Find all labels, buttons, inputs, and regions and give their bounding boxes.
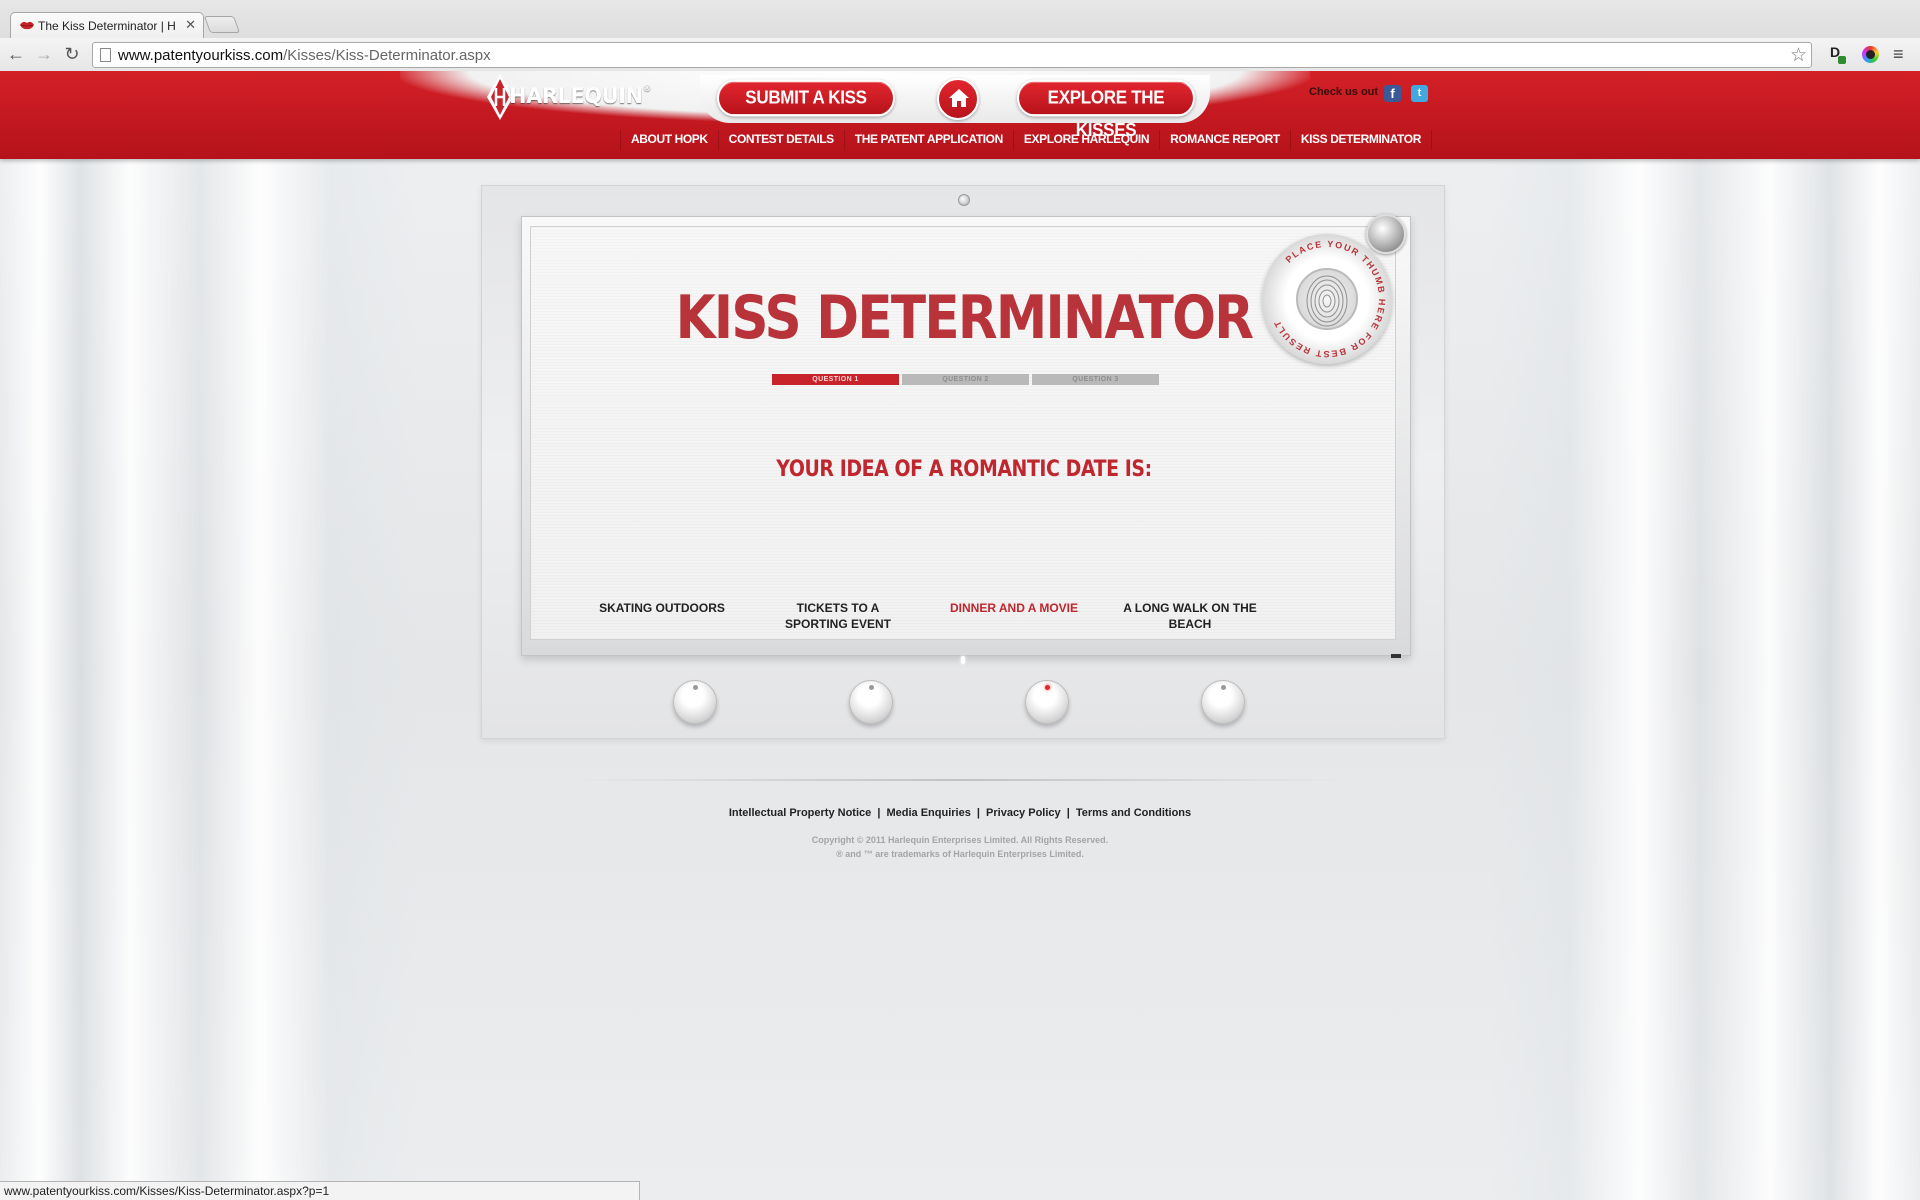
copyright-text: Copyright © 2011 Harlequin Enterprises L… [811,835,1109,845]
fingerprint-icon [1296,268,1358,330]
site-header: HARLEQUIN® SUBMIT A KISS EXPLORE THE KIS… [0,71,1920,159]
thumb-scanner[interactable]: PLACE YOUR THUMB HERE FOR BEST RESULT [1262,234,1392,364]
determinator-title: KISS DETERMINATOR [675,283,1254,353]
footer-separator: | [877,807,881,819]
logo-text: HARLEQUIN® [509,84,652,108]
subnav-about-hopk[interactable]: ABOUT HOPK [620,130,718,150]
browser-chrome: The Kiss Determinator | Ha ✕ ← → ↻ www.p… [0,0,1920,71]
answer-knob-3[interactable] [1025,680,1069,724]
reload-icon[interactable]: ↻ [60,42,84,66]
browser-tab[interactable]: The Kiss Determinator | Ha ✕ [10,12,204,38]
extension-color-icon[interactable] [1862,46,1879,63]
answer-knob-2[interactable] [849,680,893,724]
progress-question-2: QUESTION 2 [902,374,1029,385]
trademark-text: ® and ™ are trademarks of Harlequin Ente… [836,849,1084,859]
footer-link-ip-notice[interactable]: Intellectual Property Notice [729,807,871,819]
explore-the-kisses-button[interactable]: EXPLORE THE KISSES [1017,79,1195,140]
tab-title: The Kiss Determinator | Ha [38,19,176,33]
answer-option-4[interactable]: A LONG WALK ON THE BEACH [1120,600,1260,632]
subnav-patent-application[interactable]: THE PATENT APPLICATION [843,130,1013,150]
question-text: YOUR IDEA OF A ROMANTIC DATE IS: [776,457,1152,482]
home-button[interactable] [937,78,979,120]
footer-link-media-enquiries[interactable]: Media Enquiries [886,807,970,819]
subnav-contest-details[interactable]: CONTEST DETAILS [717,130,844,150]
forward-icon[interactable]: → [32,42,56,66]
subnav-explore-harlequin[interactable]: EXPLORE HARLEQUIN [1012,130,1159,150]
answer-option-2[interactable]: TICKETS TO A SPORTING EVENT [768,600,908,632]
footer-link-terms[interactable]: Terms and Conditions [1076,807,1191,819]
tab-close-icon[interactable]: ✕ [185,17,196,33]
home-icon [949,89,969,107]
footer-link-privacy-policy[interactable]: Privacy Policy [986,807,1061,819]
footer-separator: | [976,807,980,819]
answer-knob-4[interactable] [1201,680,1245,724]
screw-icon [958,194,970,206]
progress-question-3: QUESTION 3 [1032,374,1159,385]
kiss-determinator-machine: KISS DETERMINATOR QUESTION 1 QUESTION 2 … [481,185,1445,739]
answer-knob-1[interactable] [673,680,717,724]
question-progress: QUESTION 1 QUESTION 2 QUESTION 3 [772,374,1159,385]
indicator-light [961,656,965,664]
page-content: HARLEQUIN® SUBMIT A KISS EXPLORE THE KIS… [0,71,1920,1200]
footer-separator: | [1066,807,1070,819]
extension-badge [1838,56,1846,64]
address-bar[interactable]: www.patentyourkiss.com/Kisses/Kiss-Deter… [92,42,1812,68]
harlequin-logo[interactable]: HARLEQUIN® [487,74,652,120]
browser-toolbar: ← → ↻ www.patentyourkiss.com/Kisses/Kiss… [0,38,1920,71]
new-tab-button[interactable] [203,16,241,33]
answer-option-3[interactable]: DINNER AND A MOVIE [944,600,1084,616]
back-icon[interactable]: ← [4,42,28,66]
url-text[interactable]: www.patentyourkiss.com/Kisses/Kiss-Deter… [118,47,491,64]
subnav-kiss-determinator[interactable]: KISS DETERMINATOR [1289,130,1432,150]
footer-divider [580,779,1340,781]
subnav-romance-report[interactable]: ROMANCE REPORT [1159,130,1290,150]
facebook-icon[interactable]: f [1384,85,1401,102]
browser-menu-icon[interactable]: ≡ [1893,44,1904,65]
tab-strip: The Kiss Determinator | Ha ✕ [0,0,1920,38]
lips-favicon-icon [20,21,34,30]
submit-a-kiss-button[interactable]: SUBMIT A KISS [717,79,895,117]
twitter-icon[interactable]: t [1411,85,1428,102]
progress-question-1: QUESTION 1 [772,374,899,385]
check-us-out-label: Check us out [1309,86,1379,98]
sub-navigation: ABOUT HOPK CONTEST DETAILS THE PATENT AP… [620,130,1432,150]
status-bar-url: www.patentyourkiss.com/Kisses/Kiss-Deter… [0,1181,640,1200]
page-icon [100,48,111,62]
scroll-marker [1391,654,1401,658]
footer-links: Intellectual Property Notice | Media Enq… [0,807,1920,819]
scanner-knob [1366,214,1406,254]
answer-option-1[interactable]: SKATING OUTDOORS [592,600,732,616]
bookmark-star-icon[interactable]: ☆ [1790,44,1807,67]
